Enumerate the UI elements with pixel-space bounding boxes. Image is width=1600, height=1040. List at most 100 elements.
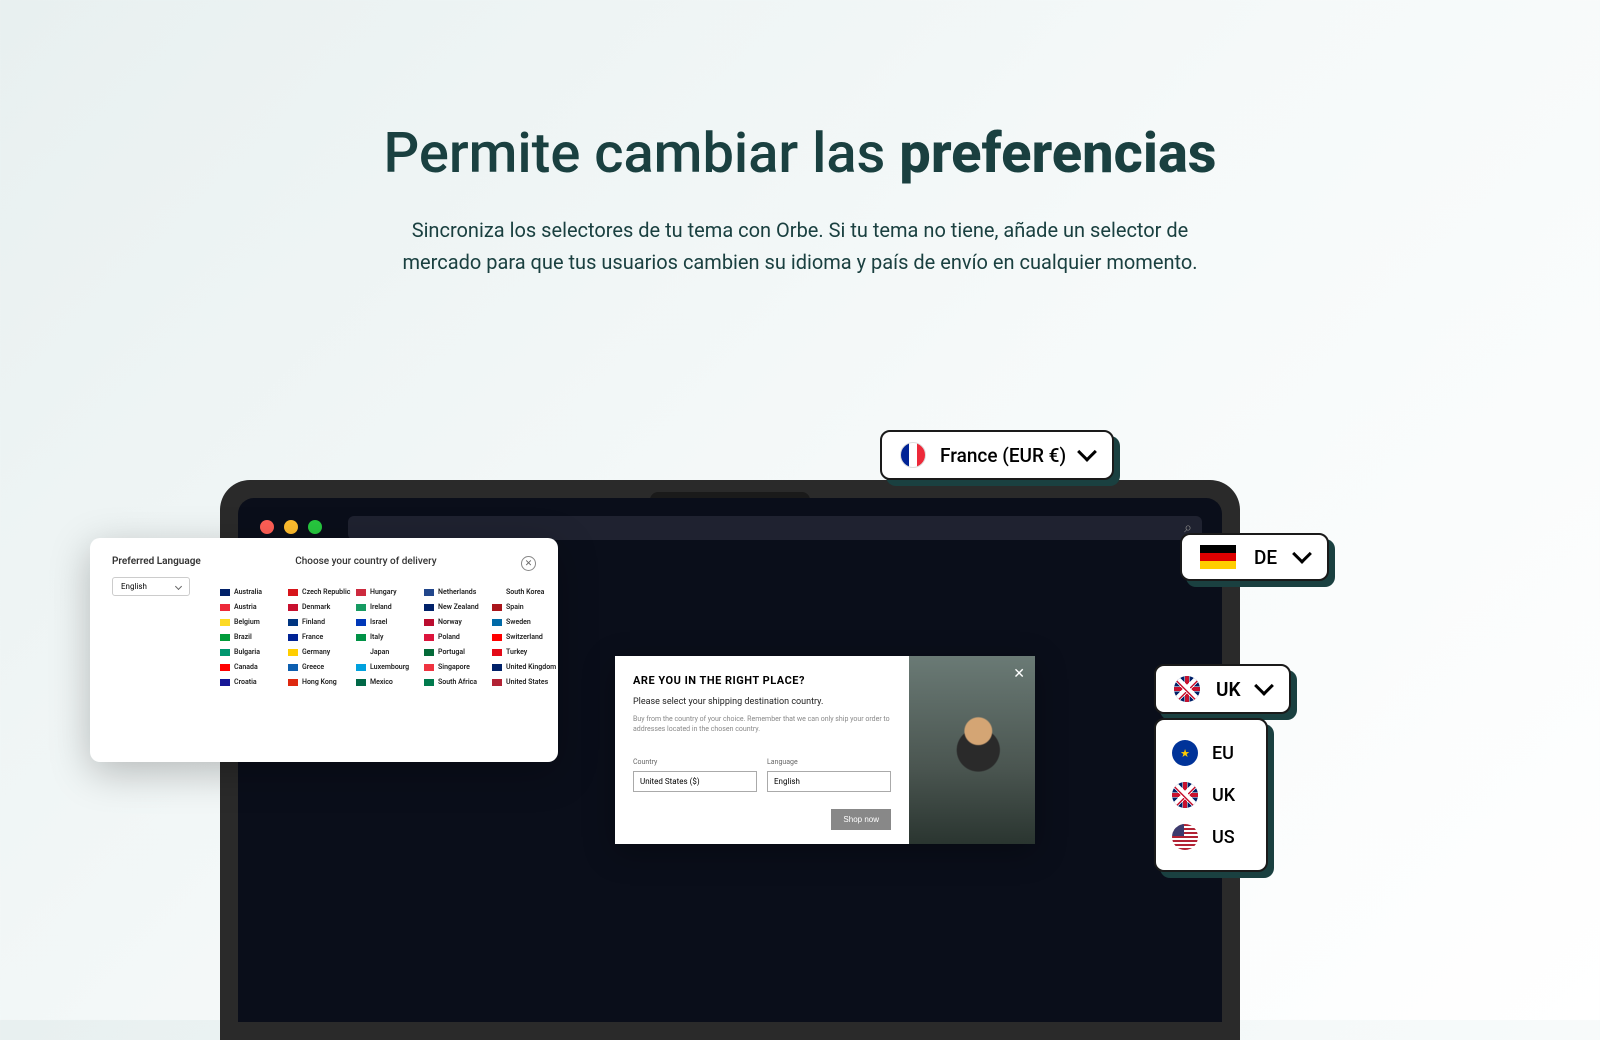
country-item[interactable]: Mexico	[356, 678, 422, 686]
de-selector-label: DE	[1254, 546, 1277, 569]
country-item[interactable]: Brazil	[220, 633, 286, 641]
popup-title: ARE YOU IN THE RIGHT PLACE?	[633, 674, 891, 687]
flag-icon	[356, 664, 366, 671]
url-bar[interactable]: ⌕	[348, 516, 1202, 540]
country-name: Mexico	[370, 678, 393, 686]
minimize-window-icon[interactable]	[284, 520, 298, 534]
france-market-selector[interactable]: France (EUR €)	[880, 430, 1114, 480]
country-name: United Kingdom	[506, 663, 556, 671]
country-item[interactable]: Spain	[492, 603, 558, 611]
country-item[interactable]: Finland	[288, 618, 354, 626]
country-item[interactable]: Switzerland	[492, 633, 558, 641]
country-item[interactable]: Germany	[288, 648, 354, 656]
eu-flag-icon: ★	[1172, 740, 1198, 766]
country-item[interactable]: Canada	[220, 663, 286, 671]
flag-icon	[288, 679, 298, 686]
country-item[interactable]: Italy	[356, 633, 422, 641]
country-select-input[interactable]: United States ($)	[633, 771, 757, 792]
shop-now-button[interactable]: Shop now	[831, 809, 891, 830]
country-name: Australia	[234, 588, 262, 596]
country-item[interactable]: Luxembourg	[356, 663, 422, 671]
close-window-icon[interactable]	[260, 520, 274, 534]
uk-selector-label: UK	[1216, 678, 1241, 701]
window-controls	[260, 520, 322, 534]
country-item[interactable]: Hong Kong	[288, 678, 354, 686]
uk-flag-icon	[1174, 676, 1200, 702]
page-title: Permite cambiar las preferencias	[0, 120, 1600, 186]
flag-icon	[288, 664, 298, 671]
country-item[interactable]: United Kingdom	[492, 663, 558, 671]
flag-icon	[220, 664, 230, 671]
country-item[interactable]: Singapore	[424, 663, 490, 671]
country-item[interactable]: Ireland	[356, 603, 422, 611]
germany-flag-icon	[1200, 545, 1236, 569]
country-item[interactable]: Australia	[220, 588, 286, 596]
country-item[interactable]: Czech Republic	[288, 588, 354, 596]
title-prefix: Permite cambiar las	[383, 120, 899, 186]
country-item[interactable]: Sweden	[492, 618, 558, 626]
country-name: Bulgaria	[234, 648, 260, 656]
country-item[interactable]: Japan	[356, 648, 422, 656]
country-item[interactable]: Denmark	[288, 603, 354, 611]
maximize-window-icon[interactable]	[308, 520, 322, 534]
country-modal-title: Choose your country of delivery	[295, 556, 436, 567]
country-item[interactable]: Netherlands	[424, 588, 490, 596]
flag-icon	[288, 649, 298, 656]
country-item[interactable]: South Africa	[424, 678, 490, 686]
dropdown-item-us[interactable]: US	[1168, 816, 1254, 858]
country-item[interactable]: United States	[492, 678, 558, 686]
country-name: Canada	[234, 663, 258, 671]
country-item[interactable]: Hungary	[356, 588, 422, 596]
flag-icon	[220, 634, 230, 641]
chevron-down-icon	[1254, 676, 1274, 696]
germany-market-selector[interactable]: DE	[1180, 533, 1329, 581]
country-item[interactable]: Israel	[356, 618, 422, 626]
country-name: Brazil	[234, 633, 252, 641]
country-delivery-modal: Preferred Language English Choose your c…	[90, 538, 558, 762]
country-name: Israel	[370, 618, 387, 626]
flag-icon	[288, 619, 298, 626]
country-name: Greece	[302, 663, 324, 671]
country-item[interactable]: New Zealand	[424, 603, 490, 611]
country-item[interactable]: Austria	[220, 603, 286, 611]
country-name: Spain	[506, 603, 524, 611]
country-name: Hong Kong	[302, 678, 337, 686]
country-name: Denmark	[302, 603, 330, 611]
country-item[interactable]: Norway	[424, 618, 490, 626]
language-select[interactable]: English	[112, 577, 190, 596]
country-item[interactable]: Greece	[288, 663, 354, 671]
country-name: United States	[506, 678, 548, 686]
language-select-input[interactable]: English	[767, 771, 891, 792]
flag-icon	[220, 619, 230, 626]
flag-icon	[288, 589, 298, 596]
chevron-down-icon	[175, 583, 182, 590]
country-item[interactable]: Turkey	[492, 648, 558, 656]
chevron-down-icon	[1292, 544, 1312, 564]
popup-close-button[interactable]: ✕	[1013, 666, 1025, 682]
uk-flag-icon	[1172, 782, 1198, 808]
flag-icon	[492, 664, 502, 671]
country-name: Netherlands	[438, 588, 476, 596]
close-button[interactable]: ✕	[521, 556, 536, 571]
popup-image: ✕	[909, 656, 1035, 844]
country-name: Austria	[234, 603, 257, 611]
flag-icon	[288, 634, 298, 641]
flag-icon	[424, 589, 434, 596]
country-item[interactable]: Portugal	[424, 648, 490, 656]
dropdown-item-eu[interactable]: ★ EU	[1168, 732, 1254, 774]
country-name: Singapore	[438, 663, 470, 671]
country-item[interactable]: South Korea	[492, 588, 558, 596]
country-item[interactable]: Belgium	[220, 618, 286, 626]
country-item[interactable]: France	[288, 633, 354, 641]
country-item[interactable]: Croatia	[220, 678, 286, 686]
country-name: Turkey	[506, 648, 527, 656]
country-name: South Africa	[438, 678, 477, 686]
country-name: Luxembourg	[370, 663, 409, 671]
preferred-language-label: Preferred Language	[112, 556, 201, 567]
lifestyle-photo	[909, 656, 1035, 844]
country-item[interactable]: Poland	[424, 633, 490, 641]
dropdown-item-uk[interactable]: UK	[1168, 774, 1254, 816]
country-item[interactable]: Bulgaria	[220, 648, 286, 656]
uk-market-selector[interactable]: UK	[1154, 664, 1291, 714]
country-name: South Korea	[506, 588, 544, 596]
